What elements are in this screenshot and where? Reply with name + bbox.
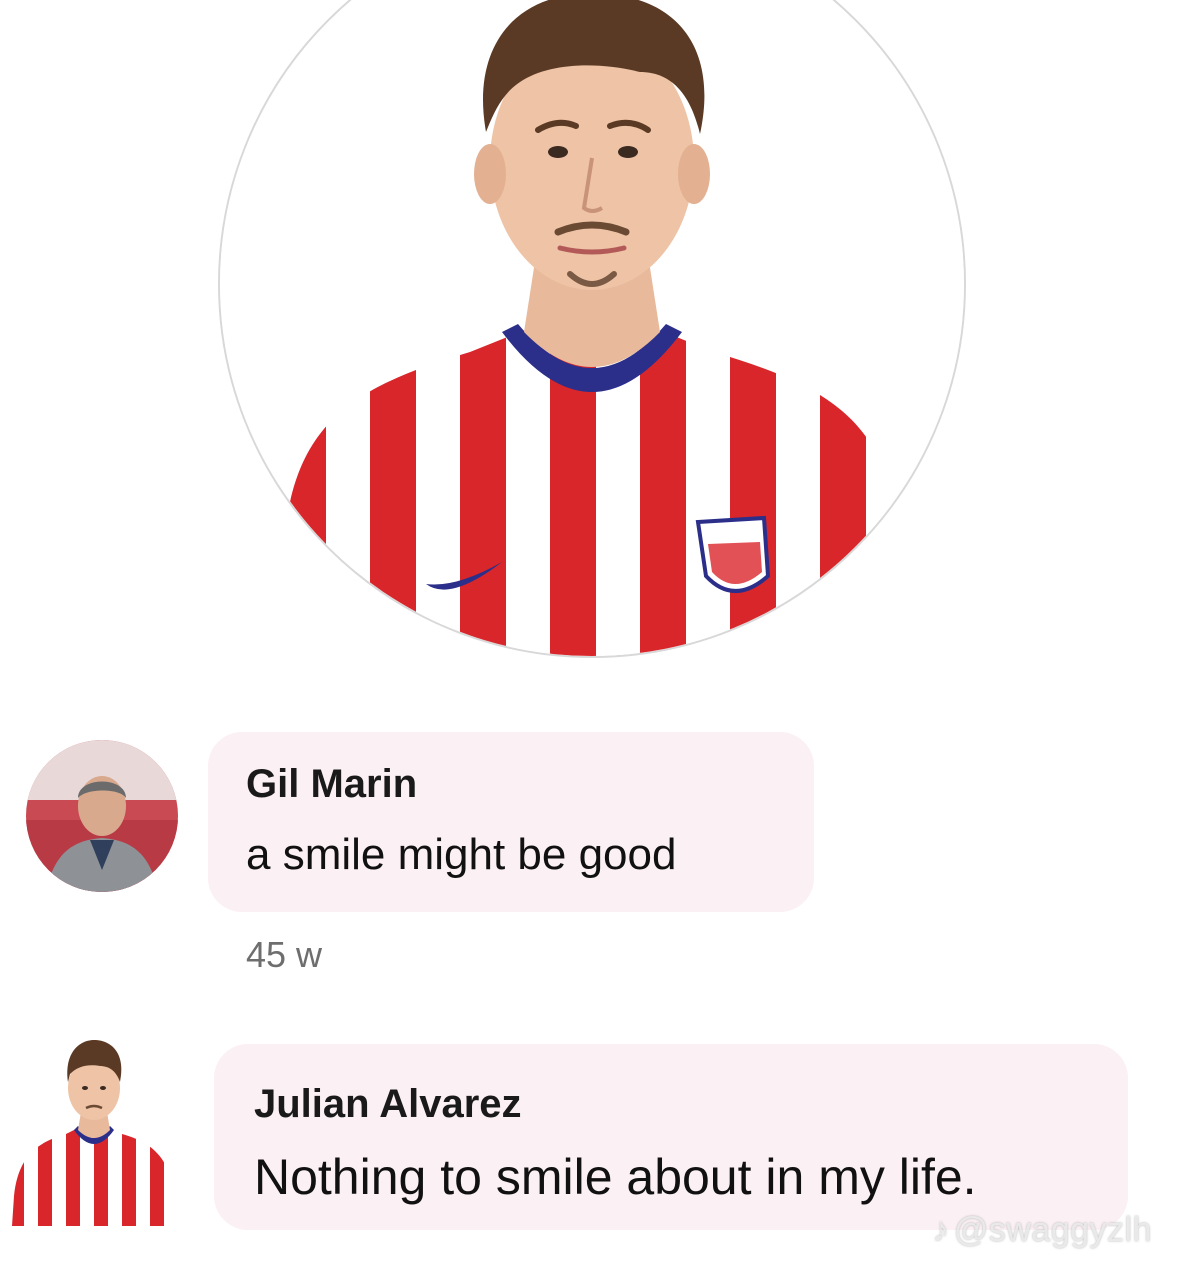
comment-author[interactable]: Julian Alvarez xyxy=(254,1082,522,1127)
commenter-avatar[interactable] xyxy=(8,1026,180,1226)
watermark-handle: @swaggyzlh xyxy=(953,1211,1152,1249)
comment-text: Nothing to smile about in my life. xyxy=(254,1149,977,1205)
comment-author[interactable]: Gil Marin xyxy=(246,762,417,807)
comment-bubble[interactable] xyxy=(208,732,814,912)
profile-photo[interactable] xyxy=(218,0,966,658)
player-portrait-icon xyxy=(220,0,964,656)
commenter-avatar[interactable] xyxy=(26,740,178,892)
watermark: ♪ @swaggyzlh xyxy=(932,1211,1152,1250)
comment-timestamp: 45 w xyxy=(246,934,323,975)
man-in-suit-avatar-icon xyxy=(26,740,178,892)
tiktok-note-icon: ♪ xyxy=(932,1211,950,1249)
comment-thread-screen: Gil Marin a smile might be good 45 w Jul… xyxy=(0,0,1180,1286)
player-portrait-icon xyxy=(12,1040,176,1226)
comment-text: a smile might be good xyxy=(246,830,677,879)
comment-item: Gil Marin a smile might be good 45 w xyxy=(0,720,1180,980)
